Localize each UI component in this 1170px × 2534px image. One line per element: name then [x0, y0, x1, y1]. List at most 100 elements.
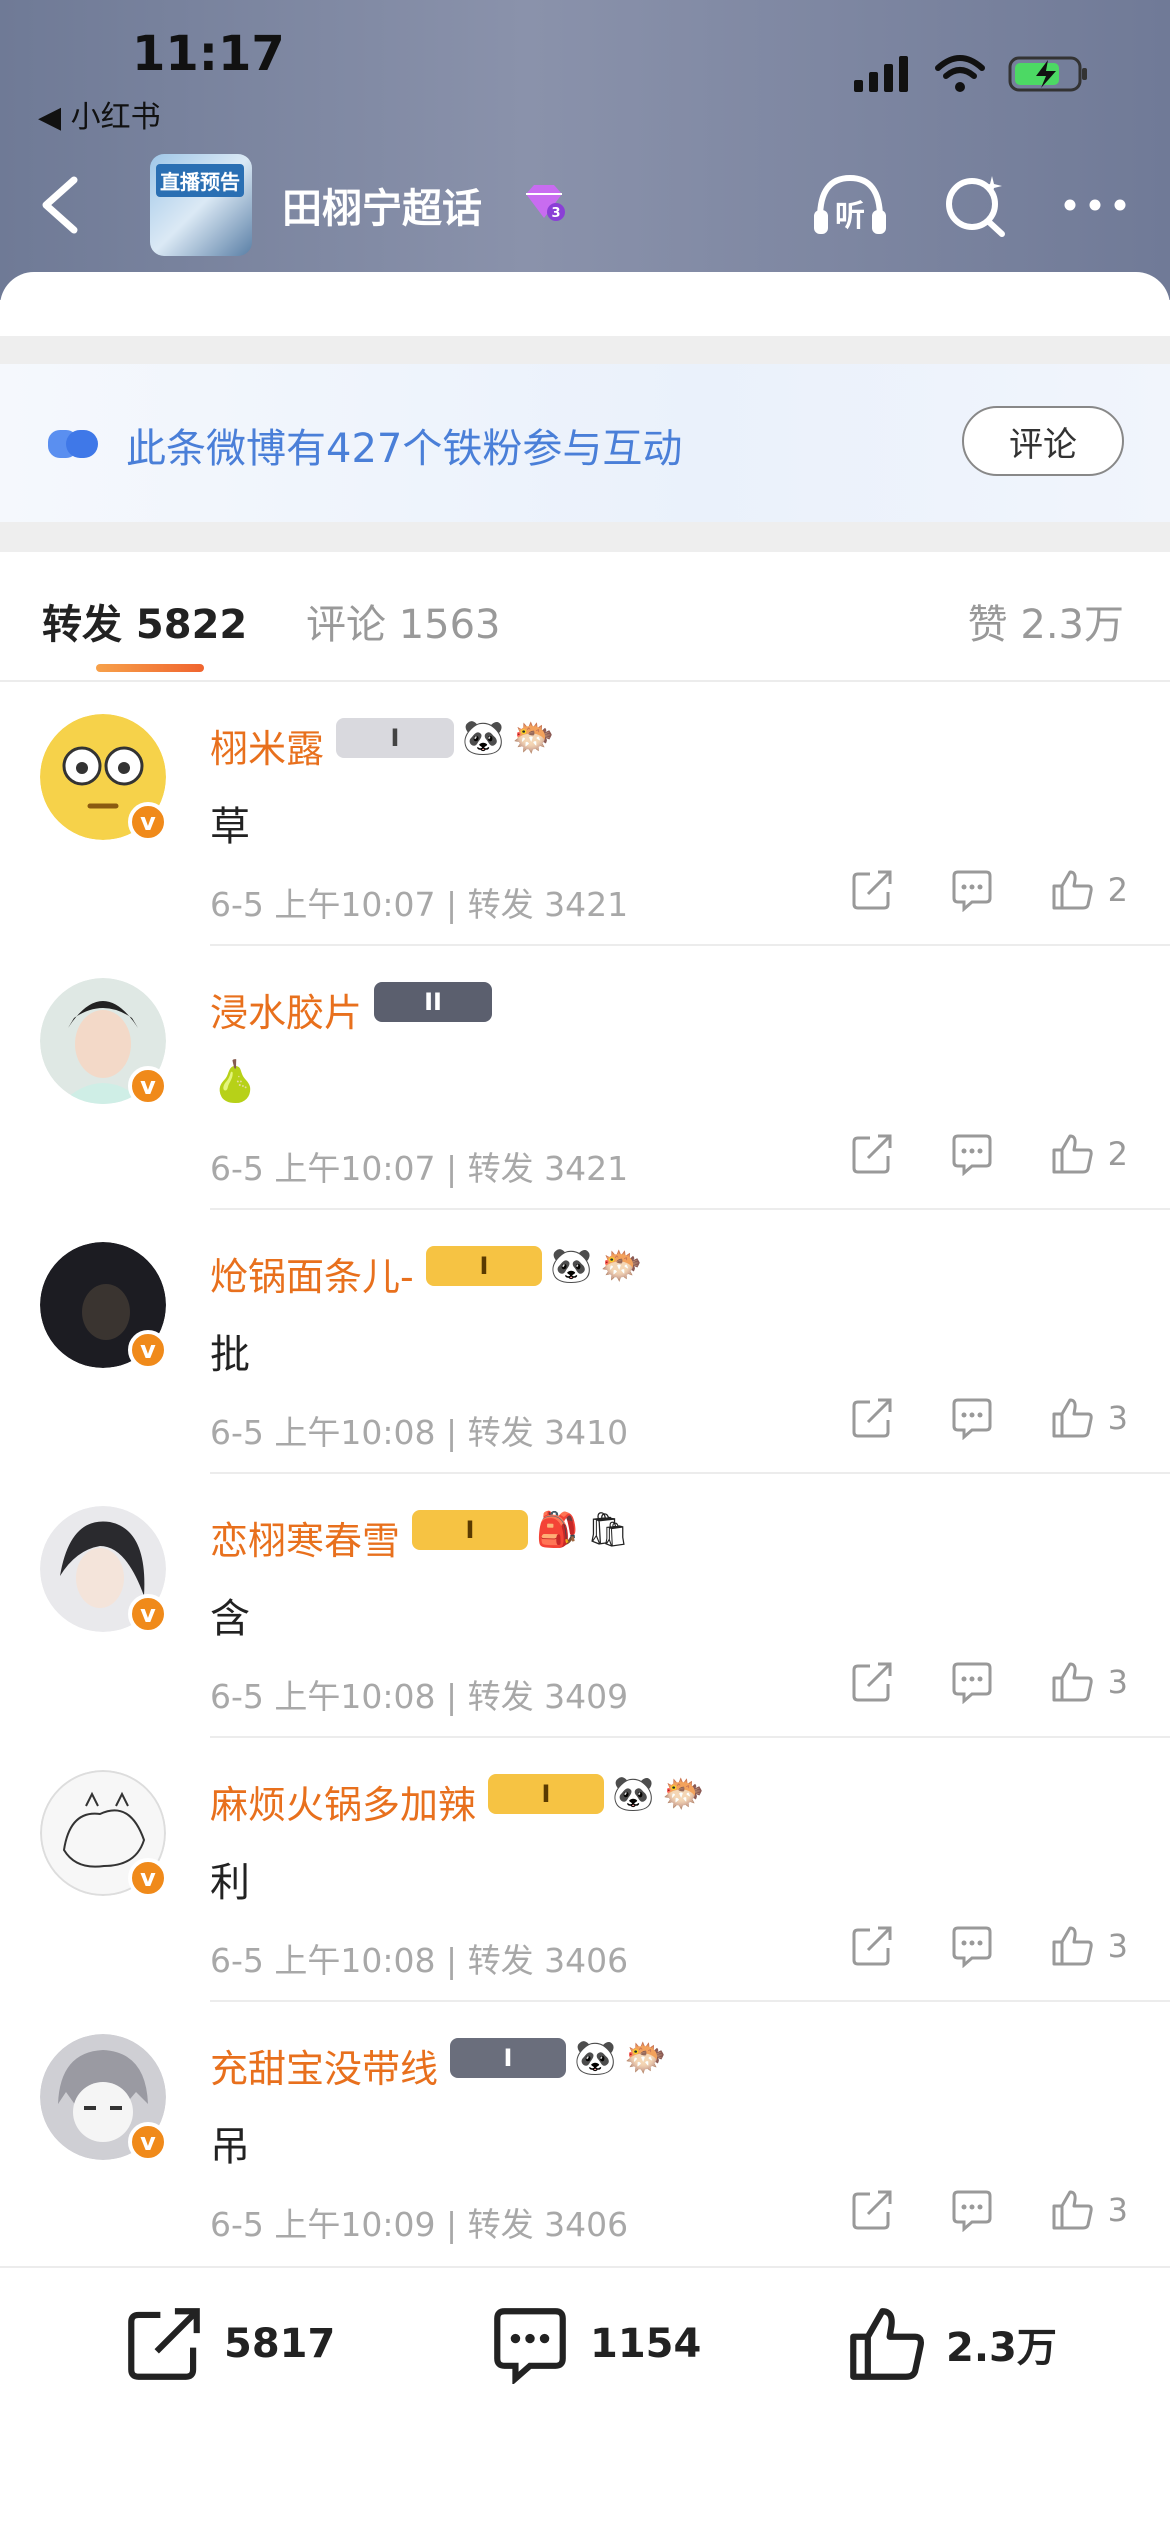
like-button[interactable]: 3	[1050, 1660, 1128, 1704]
comment-icon	[494, 2308, 566, 2384]
username[interactable]: 炝锅面条儿-	[210, 1246, 414, 1301]
fish-icon: 🐡	[600, 1246, 643, 1286]
page-title: 田栩宁超话	[282, 186, 482, 232]
more-options-icon[interactable]	[1060, 170, 1130, 240]
comment-icon[interactable]	[950, 1396, 994, 1440]
share-icon[interactable]	[850, 1924, 894, 1968]
list-item[interactable]: v 炝锅面条儿- I 🐼 🐡 批 6-5 上午10:08 | 转发 3410 3	[0, 1210, 1170, 1474]
share-icon[interactable]	[850, 2188, 894, 2232]
username[interactable]: 麻烦火锅多加辣	[210, 1774, 476, 1829]
back-arrow-icon[interactable]	[30, 170, 90, 240]
status-time: 11:17	[132, 26, 285, 82]
comment-icon[interactable]	[950, 868, 994, 912]
like-button[interactable]: 3	[1050, 1924, 1128, 1968]
fan-level-badge: I	[412, 1510, 528, 1550]
tab-comment[interactable]: 评论 1563	[306, 592, 501, 650]
like-button[interactable]: 3	[1050, 1396, 1128, 1440]
item-actions: 2	[850, 1132, 1128, 1176]
wifi-icon	[935, 55, 985, 92]
topic-avatar[interactable]: 直播预告	[150, 154, 252, 256]
avatar[interactable]: v	[40, 978, 168, 1106]
share-icon[interactable]	[850, 1132, 894, 1176]
bottom-like-button[interactable]: 2.3万	[846, 2304, 1057, 2384]
verified-badge: v	[128, 802, 168, 842]
battery-icon	[1008, 56, 1087, 92]
comment-icon[interactable]	[950, 1924, 994, 1968]
like-button[interactable]: 2	[1050, 1132, 1128, 1176]
username[interactable]: 充甜宝没带线	[210, 2038, 438, 2093]
username[interactable]: 浸水胶片	[210, 982, 362, 1037]
item-actions: 2	[850, 868, 1128, 912]
like-count: 3	[1107, 1399, 1128, 1437]
repost-count: 5817	[224, 2321, 336, 2367]
fish-icon: 🐡	[512, 718, 555, 758]
bottom-action-bar: 5817 1154 2.3万	[0, 2266, 1170, 2534]
interaction-tabs: 转发 5822 评论 1563 赞 2.3万	[0, 552, 1170, 682]
item-actions: 3	[850, 2188, 1128, 2232]
like-count: 2	[1107, 1135, 1128, 1173]
item-actions: 3	[850, 1924, 1128, 1968]
user-badges: I 🐼 🐡	[488, 1774, 705, 1814]
repost-meta: 6-5 上午10:07 | 转发 3421	[210, 885, 629, 924]
panda-icon: 🐼	[612, 1774, 655, 1814]
share-icon[interactable]	[850, 1396, 894, 1440]
comment-icon[interactable]	[950, 2188, 994, 2232]
thumbs-up-icon	[1052, 2190, 1093, 2230]
user-badges: I 🐼 🐡	[450, 2038, 667, 2078]
like-count: 3	[1107, 1927, 1128, 1965]
comment-icon[interactable]	[950, 1660, 994, 1704]
list-item[interactable]: v 浸水胶片 II 🍐 6-5 上午10:07 | 转发 3421 2	[0, 946, 1170, 1210]
avatar[interactable]: v	[40, 714, 168, 842]
like-button[interactable]: 3	[1050, 2188, 1128, 2232]
list-item[interactable]: v 栩米露 I 🐼 🐡 草 6-5 上午10:07 | 转发 3421 2	[0, 682, 1170, 946]
verified-badge: v	[128, 2122, 168, 2162]
section-divider	[0, 336, 1170, 364]
bottom-repost-button[interactable]: 5817	[124, 2304, 335, 2384]
bottom-comment-button[interactable]: 1154	[490, 2304, 701, 2384]
panda-icon: 🐼	[550, 1246, 593, 1286]
repost-content: 含	[210, 1596, 250, 1642]
user-badges: I 🎒 🛍	[412, 1510, 630, 1550]
verified-badge: v	[128, 1594, 168, 1634]
banner-comment-button[interactable]: 评论	[962, 406, 1124, 476]
iron-fan-banner: 此条微博有427个铁粉参与互动 评论	[0, 364, 1170, 522]
user-badges: II	[374, 982, 492, 1022]
share-icon[interactable]	[850, 1660, 894, 1704]
back-to-app-link[interactable]: ◀ 小红书	[38, 92, 161, 136]
like-count: 3	[1107, 1663, 1128, 1701]
avatar[interactable]: v	[40, 1242, 168, 1370]
tab-repost[interactable]: 转发 5822	[42, 592, 247, 650]
like-button[interactable]: 2	[1050, 868, 1128, 912]
status-icons	[852, 54, 1090, 94]
avatar[interactable]: v	[40, 1770, 168, 1898]
fan-interaction-icon	[48, 430, 98, 458]
avatar[interactable]: v	[40, 1506, 168, 1634]
repost-meta: 6-5 上午10:08 | 转发 3410	[210, 1413, 629, 1452]
repost-content: 🍐	[210, 1059, 260, 1105]
tab-like[interactable]: 赞 2.3万	[968, 592, 1124, 650]
search-icon[interactable]	[942, 170, 1008, 240]
list-item[interactable]: v 恋栩寒春雪 I 🎒 🛍 含 6-5 上午10:08 | 转发 3409 3	[0, 1474, 1170, 1738]
list-item[interactable]: v 充甜宝没带线 I 🐼 🐡 吊 6-5 上午10:09 | 转发 3406 3	[0, 2002, 1170, 2266]
avatar[interactable]: v	[40, 2034, 168, 2162]
verified-badge: v	[128, 1330, 168, 1370]
like-count: 3	[1107, 2191, 1128, 2229]
listen-headphones-icon[interactable]: 听	[810, 170, 890, 240]
repost-meta: 6-5 上午10:09 | 转发 3406	[210, 2205, 629, 2244]
user-badges: I 🐼 🐡	[426, 1246, 643, 1286]
panda-icon: 🐼	[574, 2038, 617, 2078]
repost-content: 吊	[210, 2124, 250, 2170]
username[interactable]: 恋栩寒春雪	[210, 1510, 400, 1565]
share-icon[interactable]	[850, 868, 894, 912]
fan-level-badge: I	[426, 1246, 542, 1286]
user-badges: I 🐼 🐡	[336, 718, 555, 758]
shopping-bag-icon: 🛍	[586, 1510, 630, 1550]
backpack-icon: 🎒	[536, 1510, 579, 1550]
like-count: 2	[1107, 871, 1128, 909]
list-item[interactable]: v 麻烦火锅多加辣 I 🐼 🐡 利 6-5 上午10:08 | 转发 3406	[0, 1738, 1170, 2002]
comment-count: 1154	[590, 2321, 702, 2367]
thumbs-up-icon	[1052, 1926, 1093, 1966]
verified-badge: v	[128, 1066, 168, 1106]
username[interactable]: 栩米露	[210, 718, 324, 773]
comment-icon[interactable]	[950, 1132, 994, 1176]
